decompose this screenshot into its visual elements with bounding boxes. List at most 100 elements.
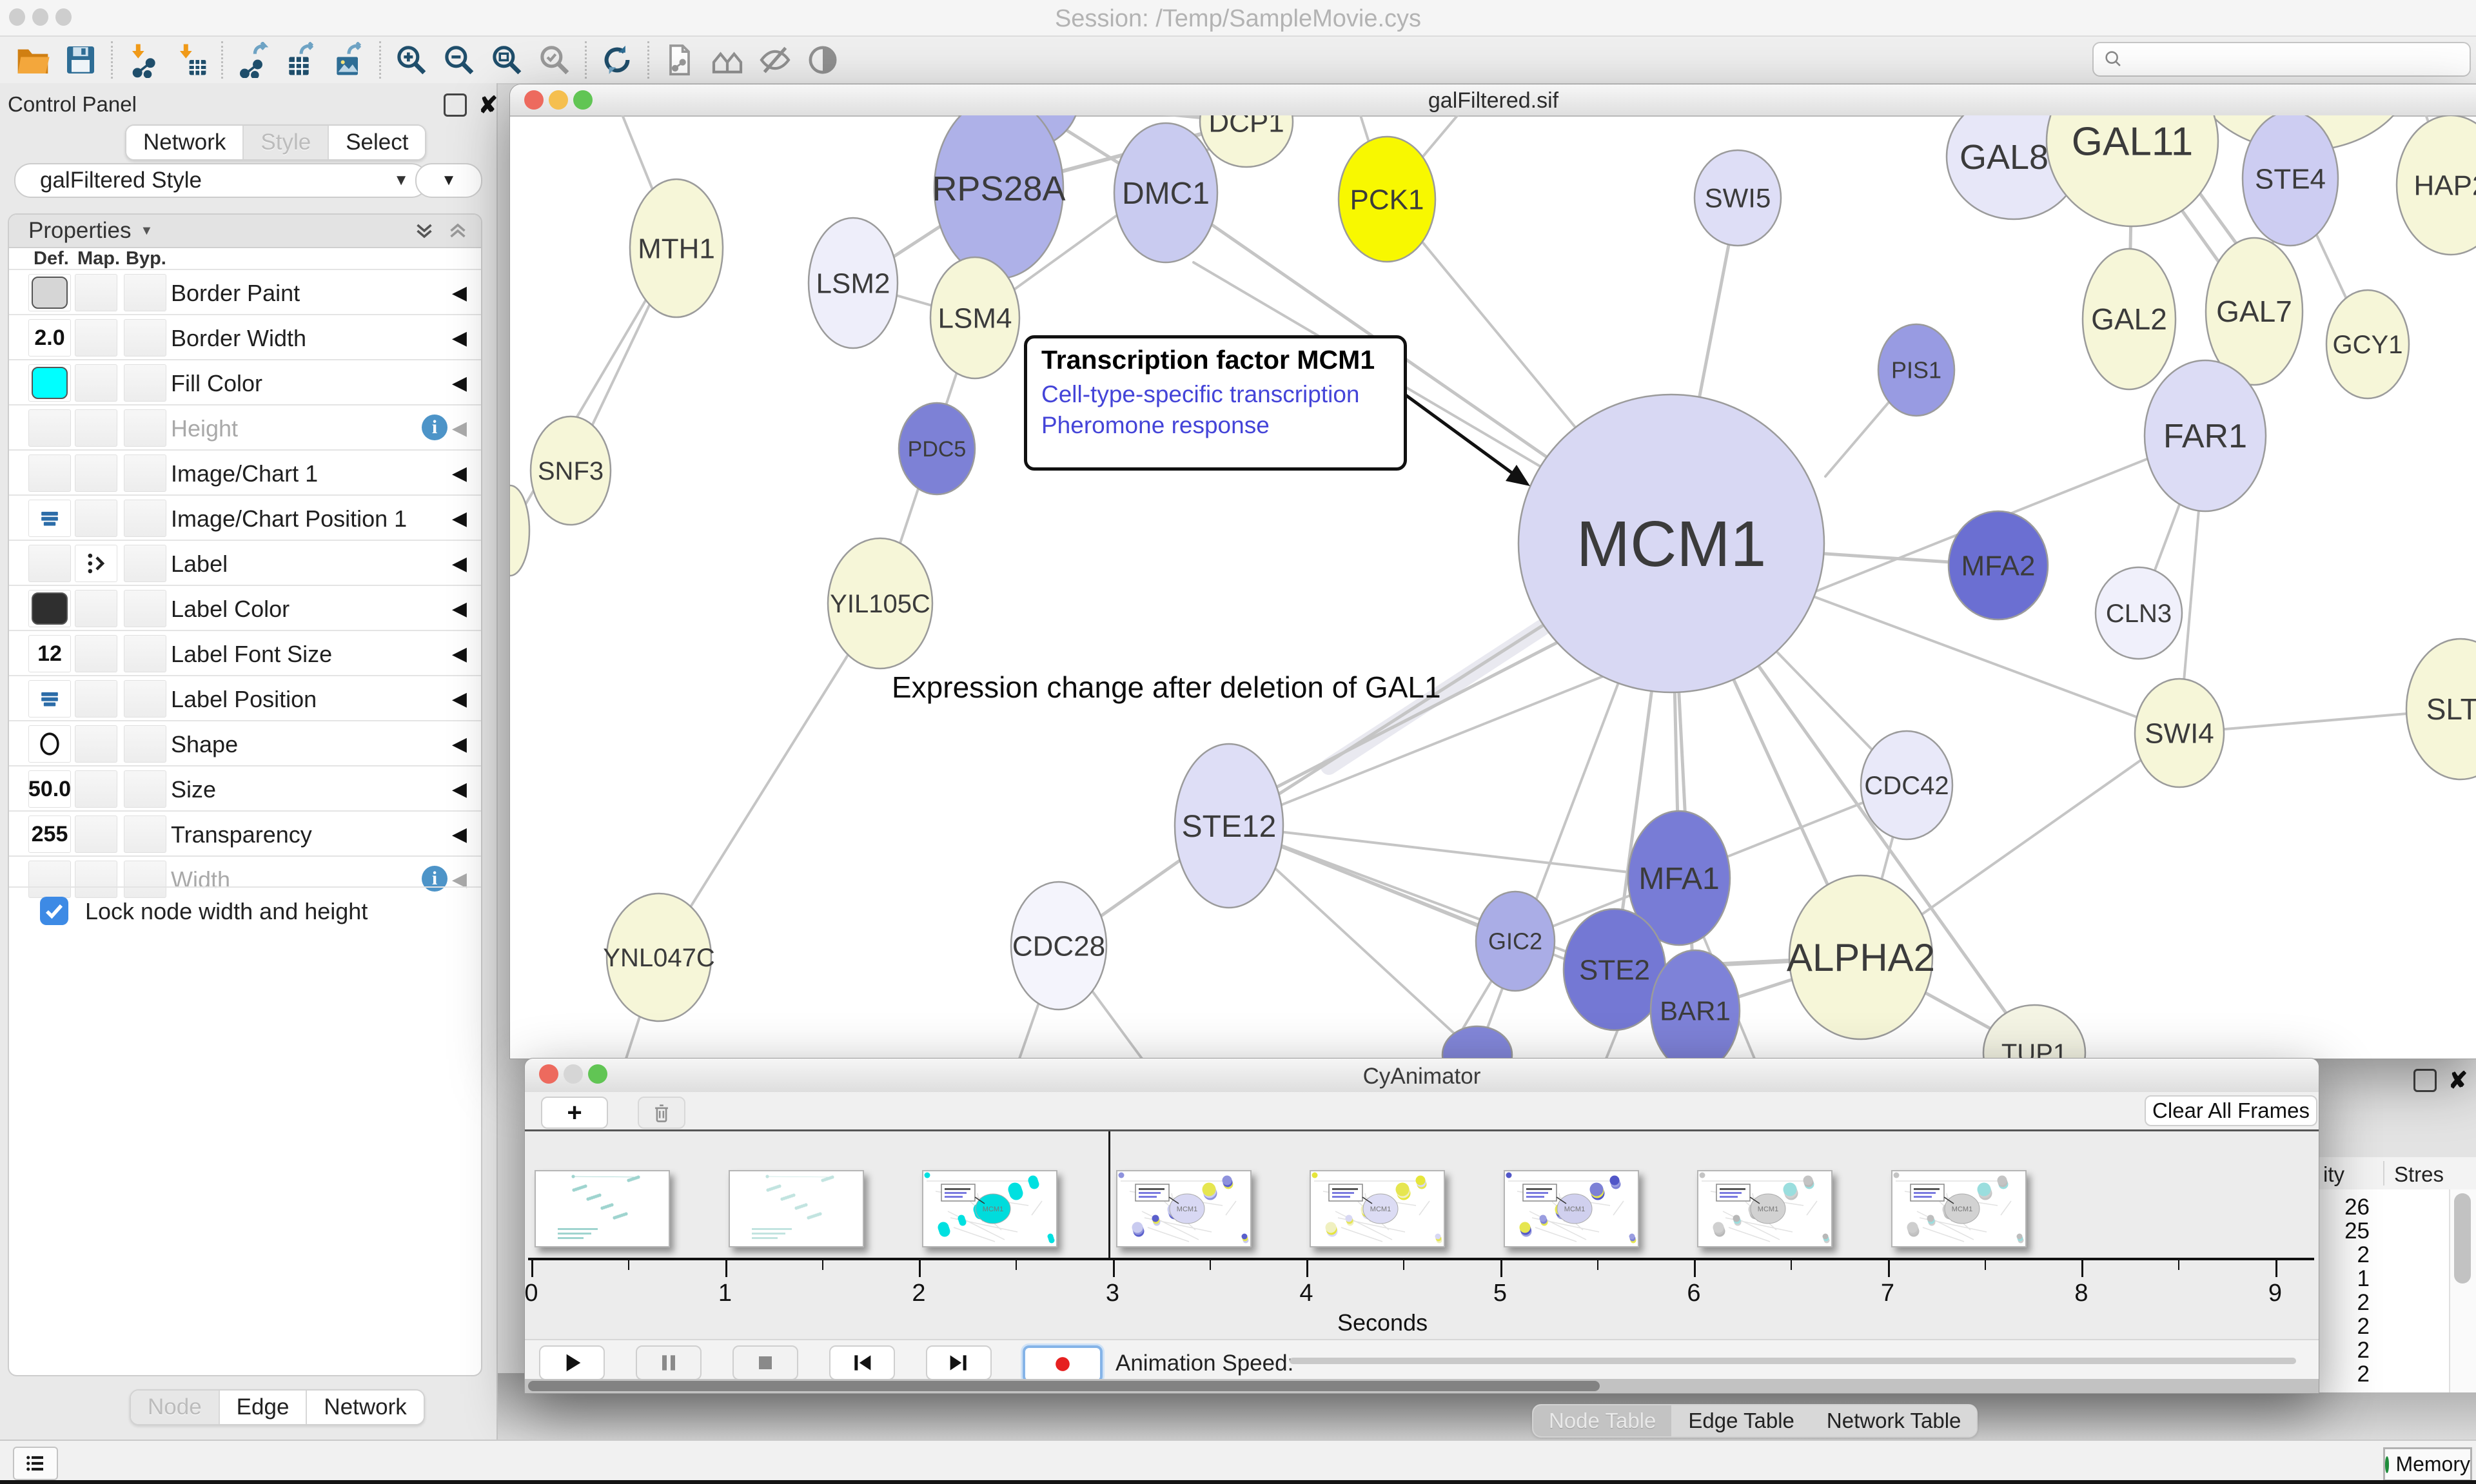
property-row-shape[interactable]: Shape◀ xyxy=(9,720,481,765)
table-cell[interactable]: 2 xyxy=(2318,1362,2370,1387)
expand-all-icon[interactable] xyxy=(446,219,469,242)
close-panel-icon[interactable]: ✘ xyxy=(2448,1071,2468,1090)
node-PDC5[interactable] xyxy=(899,403,975,494)
byp-cell[interactable] xyxy=(124,364,166,402)
annotation-box[interactable]: Transcription factor MCM1 Cell-type-spec… xyxy=(1024,335,1407,471)
expand-property-icon[interactable]: ◀ xyxy=(452,372,467,395)
network-window-titlebar[interactable]: galFiltered.sif xyxy=(510,84,2476,117)
tab-network[interactable]: Network xyxy=(126,126,244,159)
node-YNL047C[interactable] xyxy=(607,893,711,1021)
byp-cell[interactable] xyxy=(124,680,166,718)
float-panel-icon[interactable] xyxy=(444,93,467,117)
node-GIC2[interactable] xyxy=(1476,892,1555,991)
map-cell[interactable] xyxy=(75,815,117,853)
property-row-image-chart-1[interactable]: Image/Chart 1◀ xyxy=(9,449,481,494)
node-PIS1[interactable] xyxy=(1878,324,1954,416)
node-GCY1[interactable] xyxy=(2326,290,2409,398)
table-cell[interactable]: 25 xyxy=(2318,1218,2370,1244)
tab-node[interactable]: Node xyxy=(131,1391,220,1424)
def-cell[interactable]: 2.0 xyxy=(28,319,71,356)
property-row-label[interactable]: Label◀ xyxy=(9,540,481,585)
play-button[interactable] xyxy=(539,1345,605,1380)
export-image-icon[interactable] xyxy=(325,39,373,81)
def-cell[interactable] xyxy=(28,409,71,447)
table-cell[interactable]: 26 xyxy=(2318,1195,2370,1220)
node-ALPHA2[interactable] xyxy=(1789,875,1932,1039)
expand-property-icon[interactable]: ◀ xyxy=(452,643,467,665)
node-STE12[interactable] xyxy=(1175,744,1283,908)
tab-node-table[interactable]: Node Table xyxy=(1533,1405,1673,1436)
collapse-all-icon[interactable] xyxy=(413,219,436,242)
skip-start-button[interactable] xyxy=(829,1345,895,1380)
def-cell[interactable] xyxy=(28,545,71,582)
table-scrollbar[interactable] xyxy=(2449,1189,2476,1392)
expand-property-icon[interactable]: ◀ xyxy=(452,688,467,710)
frame-thumbnail-5[interactable]: MCM1 xyxy=(1504,1170,1639,1247)
network-file-icon[interactable] xyxy=(656,39,703,81)
map-cell[interactable] xyxy=(75,770,117,808)
byp-cell[interactable] xyxy=(124,319,166,356)
node-CDC28[interactable] xyxy=(1011,882,1106,1010)
table-cell[interactable]: 2 xyxy=(2318,1242,2370,1268)
node-STE4[interactable] xyxy=(2243,115,2338,246)
byp-cell[interactable] xyxy=(124,409,166,447)
def-cell[interactable] xyxy=(28,500,71,537)
table-cell[interactable]: 2 xyxy=(2318,1314,2370,1340)
float-panel-icon[interactable] xyxy=(2413,1069,2437,1092)
hide-eye-icon[interactable] xyxy=(751,39,799,81)
table-cell[interactable]: 2 xyxy=(2318,1338,2370,1363)
map-cell[interactable] xyxy=(75,635,117,672)
byp-cell[interactable] xyxy=(124,545,166,582)
clear-all-frames-button[interactable]: Clear All Frames xyxy=(2145,1095,2317,1126)
save-icon[interactable] xyxy=(57,39,104,81)
def-cell[interactable]: 12 xyxy=(28,635,71,672)
expand-property-icon[interactable]: ◀ xyxy=(452,282,467,304)
memory-button[interactable]: Memory xyxy=(2383,1447,2472,1481)
node-LSM2[interactable] xyxy=(809,218,898,348)
zoom-out-icon[interactable] xyxy=(435,39,483,81)
map-cell[interactable] xyxy=(75,319,117,356)
map-cell[interactable] xyxy=(75,590,117,627)
node-DMC1[interactable] xyxy=(1114,123,1217,262)
export-table-icon[interactable] xyxy=(277,39,325,81)
property-row-height[interactable]: Heighti◀ xyxy=(9,404,481,449)
byp-cell[interactable] xyxy=(124,274,166,311)
node-SLT2[interactable] xyxy=(2406,639,2476,779)
zoom-fit-icon[interactable] xyxy=(483,39,531,81)
def-cell[interactable] xyxy=(28,454,71,492)
search-input[interactable] xyxy=(2125,46,2470,73)
node-SWI4[interactable] xyxy=(2135,679,2224,787)
skip-end-button[interactable] xyxy=(926,1345,992,1380)
tab-network[interactable]: Network xyxy=(307,1391,423,1424)
node-YIL105C[interactable] xyxy=(828,538,932,669)
annotation-link[interactable]: Cell-type-specific transcription xyxy=(1041,379,1390,410)
expand-property-icon[interactable]: ◀ xyxy=(452,598,467,620)
frame-thumbnail-0[interactable] xyxy=(535,1170,670,1247)
node-YEDGE[interactable] xyxy=(510,485,529,576)
frame-thumbnail-6[interactable]: MCM1 xyxy=(1697,1170,1832,1247)
scrollbar-thumb[interactable] xyxy=(528,1381,1600,1391)
byp-cell[interactable] xyxy=(124,500,166,537)
frame-thumbnail-3[interactable]: MCM1 xyxy=(1116,1170,1252,1247)
import-network-icon[interactable] xyxy=(119,39,167,81)
close-panel-icon[interactable]: ✘ xyxy=(478,95,498,115)
def-cell[interactable] xyxy=(28,725,71,763)
tab-network-table[interactable]: Network Table xyxy=(1811,1405,1977,1436)
node-MCM1[interactable] xyxy=(1518,395,1824,692)
byp-cell[interactable] xyxy=(124,770,166,808)
def-cell[interactable]: 255 xyxy=(28,815,71,853)
byp-cell[interactable] xyxy=(124,635,166,672)
timeline[interactable]: Seconds 0123456789MCM1MCM1MCM1MCM1MCM1MC… xyxy=(525,1131,2319,1339)
expand-property-icon[interactable]: ◀ xyxy=(452,327,467,349)
column-divider[interactable] xyxy=(2383,1161,2384,1186)
byp-cell[interactable] xyxy=(124,725,166,763)
annotation-link[interactable]: Pheromone response xyxy=(1041,410,1390,441)
node-SWI5[interactable] xyxy=(1695,150,1781,246)
tab-edge-table[interactable]: Edge Table xyxy=(1673,1405,1811,1436)
node-MFA2[interactable] xyxy=(1949,511,2048,620)
column-header[interactable]: ity xyxy=(2323,1162,2344,1187)
expand-property-icon[interactable]: ◀ xyxy=(452,778,467,801)
node-CDC42[interactable] xyxy=(1861,731,1952,839)
node-DCP1[interactable] xyxy=(1200,115,1293,167)
node-TUP1[interactable] xyxy=(1983,1005,2085,1059)
